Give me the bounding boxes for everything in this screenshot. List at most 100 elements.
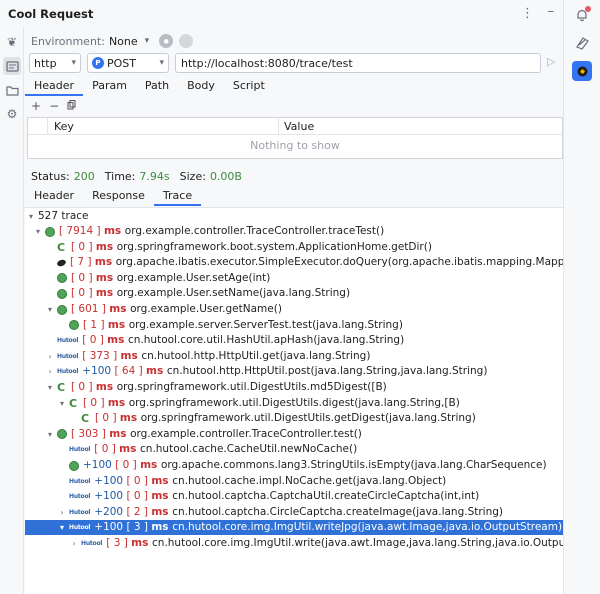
trace-row[interactable]: ▾ C [ 0 ] ms org.springframework.util.Dige… xyxy=(25,396,563,411)
chevron-down-icon[interactable]: ▾ xyxy=(57,396,67,411)
trace-row-timing: [ 601 ] xyxy=(71,303,110,315)
column-divider[interactable] xyxy=(278,118,279,135)
remove-row-icon[interactable]: − xyxy=(49,99,59,113)
trace-row-ms-unit: ms xyxy=(119,412,141,425)
trace-row[interactable]: [ 0 ] ms org.example.User.setName(java.l… xyxy=(25,286,563,301)
trace-row[interactable]: ▾ C [ 0 ] ms org.springframework.util.Dige… xyxy=(25,380,563,395)
minimize-icon[interactable]: – xyxy=(548,4,555,19)
request-bar: http ▾ P POST ▾ ▷ xyxy=(29,53,559,75)
chevron-down-icon[interactable]: ▾ xyxy=(145,36,150,46)
trace-row-method: cn.hutool.core.img.ImgUtil.writeJpg(java… xyxy=(172,521,563,534)
trace-row[interactable]: ▾ Hutool +100 [ 3 ] ms cn.hutool.core.img.… xyxy=(25,520,563,536)
trace-row[interactable]: Hutool[ 0 ] ms cn.hutool.cache.CacheUtil… xyxy=(25,442,563,457)
trace-row-method: cn.hutool.core.img.ImgUtil.write(java.aw… xyxy=(152,537,563,549)
url-input[interactable] xyxy=(175,53,541,73)
trace-row-timing: [ 0 ] xyxy=(95,412,120,425)
settings-gear-icon[interactable]: ⚙ xyxy=(3,105,21,123)
chevron-down-icon[interactable]: ▾ xyxy=(33,224,43,239)
tab-response-header[interactable]: Header xyxy=(25,187,83,206)
trace-row-timing: [ 64 ] xyxy=(114,365,147,378)
trace-row[interactable]: ▾ [ 303 ] ms org.example.controller.Trace… xyxy=(25,427,563,442)
trace-row-ms-unit: ms xyxy=(146,365,167,378)
trace-row[interactable]: › Hutool[ 373 ] ms cn.hutool.http.HttpUti… xyxy=(25,349,563,364)
chevron-right-icon[interactable]: › xyxy=(45,364,55,379)
trace-row-timing: [ 0 ] xyxy=(126,490,152,503)
environment-edit-icon[interactable] xyxy=(179,34,194,48)
trace-row-ms-unit: ms xyxy=(109,427,131,440)
chevron-down-icon[interactable]: ▾ xyxy=(45,302,55,317)
trace-row[interactable]: +100 [ 0 ] ms org.apache.commons.lang3.S… xyxy=(25,458,563,473)
trace-row[interactable]: Hutool[ 0 ] ms cn.hutool.core.util.HashU… xyxy=(25,333,563,348)
folder-icon[interactable] xyxy=(3,81,21,99)
trace-row[interactable]: › Hutool +200 [ 2 ] ms cn.hutool.captcha.C… xyxy=(25,505,563,520)
trace-row-method: org.example.server.ServerTest.test(java.… xyxy=(128,318,403,331)
spring-icon: C xyxy=(57,240,66,254)
chevron-down-icon[interactable]: ▾ xyxy=(57,520,67,535)
tab-body[interactable]: Body xyxy=(178,77,224,96)
method-green-icon xyxy=(69,460,79,471)
hutool-icon: Hutool xyxy=(69,477,91,485)
environment-row: Environment: None ▾ ● xyxy=(31,32,194,50)
trace-row[interactable]: › Hutool +100 [ 64 ] ms cn.hutool.http.Htt… xyxy=(25,364,563,379)
trace-row[interactable]: C [ 0 ] ms org.springframework.boot.syste… xyxy=(25,240,563,255)
trace-row-timing: [ 3 ] xyxy=(126,521,152,534)
trace-row[interactable]: Hutool +100 [ 0 ] ms cn.hutool.cache.impl… xyxy=(25,474,563,489)
chevron-down-icon[interactable]: ▾ xyxy=(45,427,55,442)
trace-row[interactable]: C [ 0 ] ms org.springframework.util.Diges… xyxy=(25,411,563,426)
trace-row-ms-unit: ms xyxy=(140,459,161,471)
tab-response-body[interactable]: Response xyxy=(83,187,154,206)
more-options-icon[interactable]: ⋮ xyxy=(521,6,534,21)
method-select[interactable]: P POST ▾ xyxy=(87,53,169,73)
trace-row-method: org.apache.ibatis.executor.SimpleExecuto… xyxy=(115,256,563,269)
trace-row-ms-unit: ms xyxy=(107,334,129,347)
trace-row-method: org.example.User.setAge(int) xyxy=(116,271,271,284)
trace-row-timing: [ 0 ] xyxy=(71,240,96,253)
leaf-icon[interactable]: ❦ xyxy=(3,33,21,51)
notification-bell-icon[interactable] xyxy=(572,5,592,25)
trace-row[interactable]: ▾ [ 601 ] ms org.example.User.getName() xyxy=(25,302,563,317)
hutool-icon: Hutool xyxy=(57,368,79,376)
environment-select[interactable]: None xyxy=(109,35,138,48)
method-green-icon xyxy=(57,288,67,299)
trace-row[interactable]: › Hutool[ 3 ] ms cn.hutool.core.img.ImgUt… xyxy=(25,536,563,551)
tab-param[interactable]: Param xyxy=(83,77,136,96)
copy-icon[interactable] xyxy=(67,99,76,113)
trace-row[interactable]: [ 7 ] ms org.apache.ibatis.executor.Simp… xyxy=(25,255,563,270)
trace-row-method: org.springframework.util.DigestUtils.get… xyxy=(140,412,476,425)
cool-request-tool-icon[interactable] xyxy=(572,61,592,81)
trace-row-method: org.springframework.boot.system.Applicat… xyxy=(116,240,432,253)
trace-row-method: org.springframework.util.DigestUtils.md5… xyxy=(116,381,387,393)
tab-path[interactable]: Path xyxy=(136,77,178,96)
column-value: Value xyxy=(284,120,315,133)
chevron-right-icon[interactable]: › xyxy=(45,349,55,364)
chevron-right-icon[interactable]: › xyxy=(69,536,79,551)
trace-row[interactable]: [ 0 ] ms org.example.User.setAge(int) xyxy=(25,271,563,286)
tab-trace[interactable]: Trace xyxy=(153,187,202,206)
trace-row-timing: [ 7914 ] xyxy=(59,225,104,237)
chevron-down-icon[interactable]: ▾ xyxy=(45,380,55,395)
protocol-select[interactable]: http ▾ xyxy=(29,53,81,73)
chevron-right-icon[interactable]: › xyxy=(57,505,67,520)
plugin-icon[interactable] xyxy=(572,33,592,53)
header-table: Key Value Nothing to show xyxy=(27,117,563,159)
send-request-icon[interactable]: ▷ xyxy=(547,55,555,68)
request-panel-icon[interactable] xyxy=(3,57,21,75)
method-green-icon xyxy=(57,273,67,284)
hutool-icon: Hutool xyxy=(69,524,91,532)
trace-row-method: cn.hutool.http.HttpUtil.post(java.lang.S… xyxy=(166,365,488,378)
trace-root[interactable]: ▾ 527 trace xyxy=(25,209,563,224)
chevron-down-icon[interactable]: ▾ xyxy=(26,209,36,224)
trace-row-ms-unit: ms xyxy=(151,505,173,518)
trace-row[interactable]: [ 1 ] ms org.example.server.ServerTest.t… xyxy=(25,318,563,333)
add-row-icon[interactable]: + xyxy=(31,99,41,113)
trace-row-ms-unit: ms xyxy=(107,318,129,331)
tab-header[interactable]: Header xyxy=(25,77,84,96)
tab-script[interactable]: Script xyxy=(224,77,274,96)
trace-row[interactable]: ▾ [ 7914 ] ms org.example.controller.Trac… xyxy=(25,224,563,239)
trace-tree[interactable]: ▾ 527 trace ▾ [ 7914 ] ms org.example.con… xyxy=(25,207,563,594)
trace-root-label: 527 trace xyxy=(38,210,89,222)
trace-row[interactable]: Hutool +100 [ 0 ] ms cn.hutool.captcha.Ca… xyxy=(25,489,563,504)
environment-settings-icon[interactable]: ● xyxy=(159,34,174,48)
trace-row-ms-unit: ms xyxy=(103,225,125,237)
trace-row-method: cn.hutool.cache.impl.NoCache.get(java.la… xyxy=(172,474,447,487)
